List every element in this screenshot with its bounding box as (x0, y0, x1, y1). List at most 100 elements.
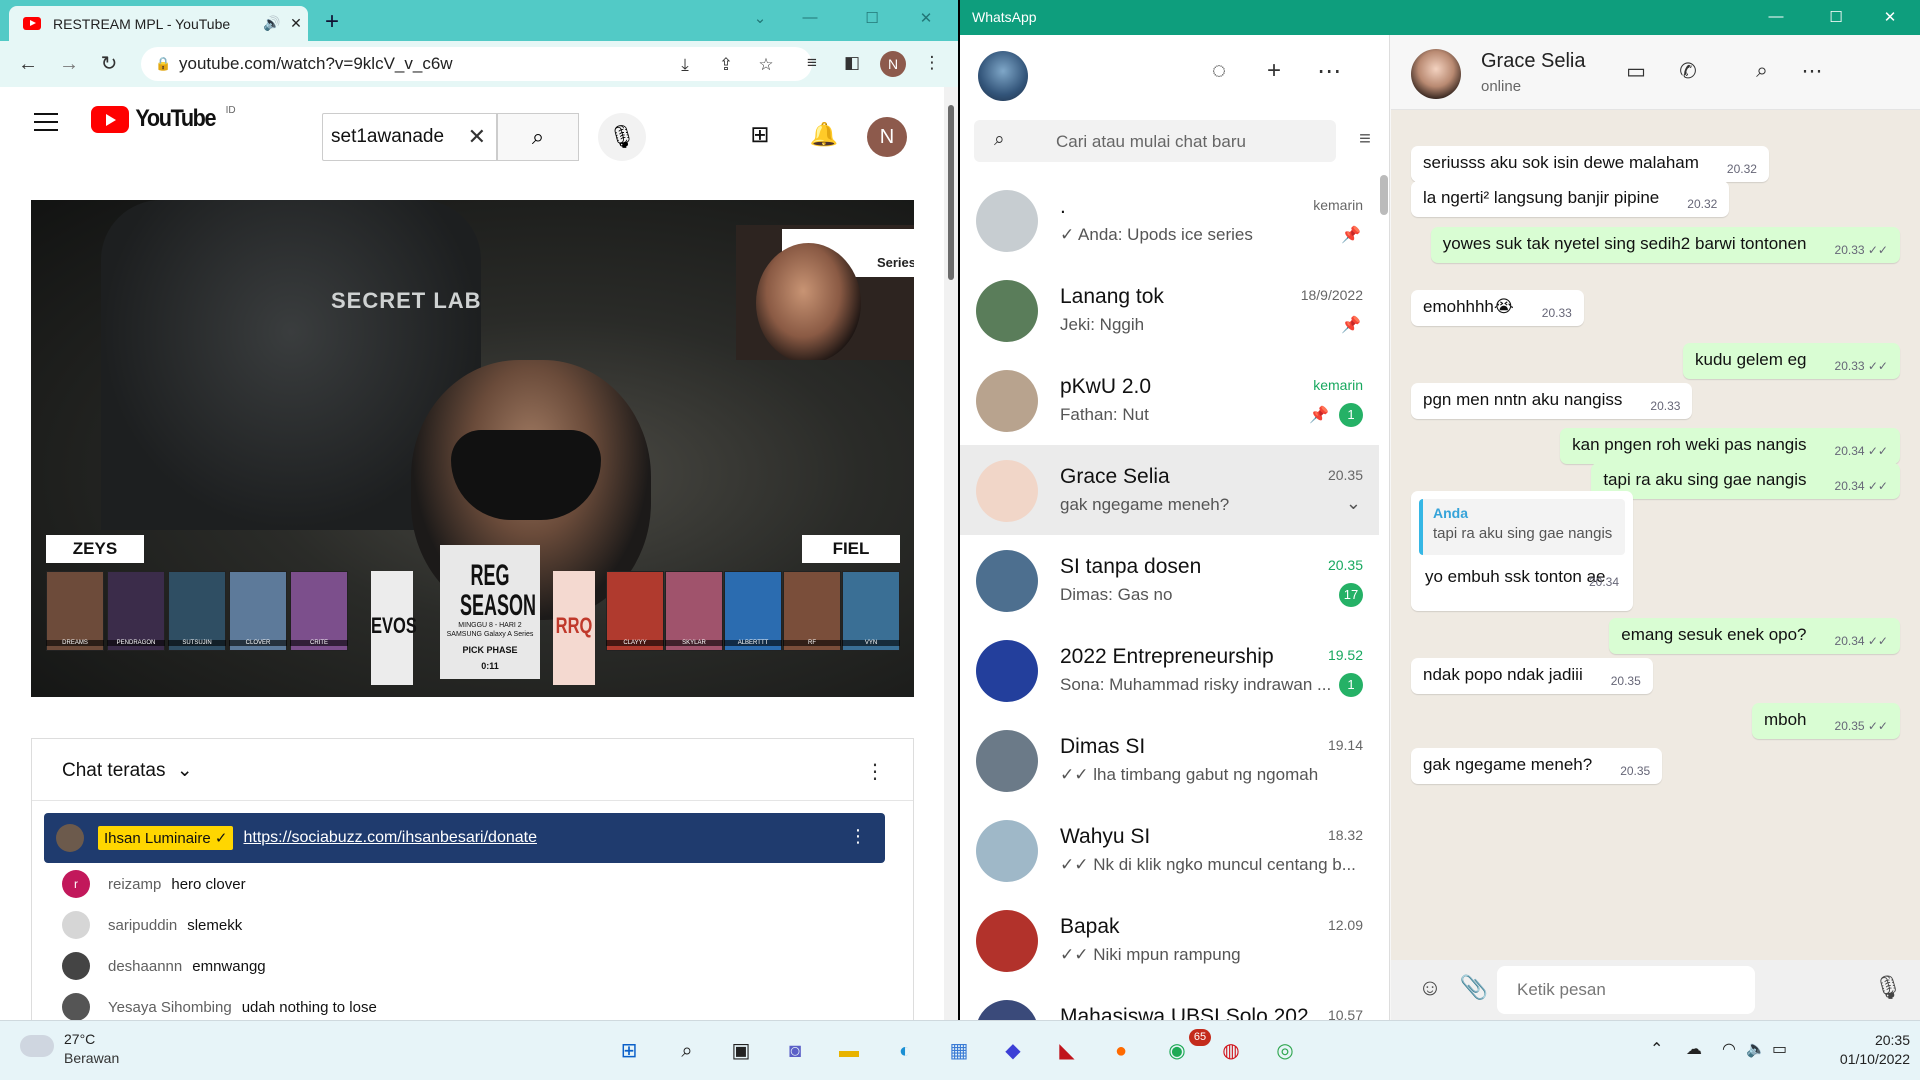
firefox-icon[interactable]: ● (1104, 1034, 1138, 1068)
status-icon[interactable]: ◌ (1202, 57, 1236, 85)
share-icon[interactable]: ⇪ (714, 55, 738, 75)
chevron-up-icon[interactable]: ⌃ (1650, 1039, 1663, 1059)
search-icon[interactable]: ⌕ (670, 1034, 704, 1068)
edge-browser-icon[interactable]: ◐ (888, 1034, 922, 1068)
conversation-header[interactable]: Grace Selia online ▭ ✆ ⌕ ⋯ (1391, 35, 1920, 110)
file-explorer-icon[interactable]: ▬ (832, 1034, 866, 1068)
system-clock[interactable]: 20:35 01/10/2022 (1800, 1031, 1910, 1069)
chat-list-item[interactable]: Bapak ✓✓ Niki mpun rampung 12.09 (960, 895, 1379, 985)
chat-list-item[interactable]: Wahyu SI ✓✓ Nk di klik ngko muncul centan… (960, 805, 1379, 895)
chrome-icon[interactable]: ◎ (1268, 1034, 1302, 1068)
maximize-icon[interactable]: ☐ (852, 9, 892, 27)
scrollbar-thumb[interactable] (948, 105, 954, 280)
voice-call-icon[interactable]: ✆ (1671, 59, 1705, 84)
minimize-icon[interactable]: — (790, 9, 830, 26)
video-player[interactable]: SECRET LAB Series ZEYS FIEL DREAMS PENDRA… (31, 200, 914, 697)
chat-options-icon[interactable]: ⋮ (865, 759, 885, 784)
chat-list-item[interactable]: pKwU 2.0 Fathan: Nut kemarin 1 📌 (960, 355, 1379, 445)
close-tab-icon[interactable]: ✕ (284, 15, 308, 32)
mcafee-icon[interactable]: ◣ (1050, 1034, 1084, 1068)
task-view-icon[interactable]: ▣ (724, 1034, 758, 1068)
page-scrollbar[interactable] (944, 87, 958, 1020)
red-app-icon[interactable]: ◍ (1214, 1034, 1248, 1068)
attach-icon[interactable]: 📎 (1457, 974, 1491, 1001)
search-button[interactable]: ⌕ (497, 113, 579, 161)
incoming-message[interactable]: la ngerti² langsung banjir pipine 20.32 (1411, 181, 1730, 217)
video-call-icon[interactable]: ▭ (1619, 59, 1653, 84)
outgoing-message[interactable]: mboh 20.35 ✓✓ (1751, 703, 1900, 739)
minimize-icon[interactable]: — (1754, 8, 1798, 25)
filter-icon[interactable]: ≡ (1352, 128, 1378, 151)
start-menu-icon[interactable]: ⊞ (612, 1034, 646, 1068)
chat-list-item[interactable]: Dimas SI ✓✓ lha timbang gabut ng ngomah 19… (960, 715, 1379, 805)
chevron-down-icon[interactable]: ⌄ (1346, 493, 1361, 514)
url-field[interactable]: 🔒 youtube.com/watch?v=9klcV_v_c6w ⤓ ⇪ ☆ (141, 47, 812, 81)
voice-search-button[interactable]: 🎙 (598, 113, 646, 161)
new-chat-icon[interactable]: + (1257, 57, 1291, 85)
bookmark-star-icon[interactable]: ☆ (754, 55, 778, 75)
chat-list-scrollbar[interactable] (1380, 175, 1388, 215)
quoted-message[interactable]: Anda tapi ra aku sing gae nangis (1419, 499, 1625, 555)
new-tab-icon[interactable]: + (325, 8, 339, 36)
back-icon[interactable]: ← (15, 52, 41, 76)
chat-message[interactable]: Yesaya Sihombing udah nothing to lose (62, 992, 882, 1022)
outgoing-message[interactable]: yowes suk tak nyetel sing sedih2 barwi t… (1430, 227, 1900, 263)
pinned-options-icon[interactable]: ⋮ (849, 826, 867, 847)
youtube-logo[interactable]: YouTube ID (91, 105, 236, 133)
volume-icon[interactable]: 🔈 (1746, 1039, 1766, 1059)
wifi-icon[interactable]: ◠ (1722, 1039, 1736, 1059)
more-options-icon[interactable]: ⋯ (1795, 59, 1829, 84)
my-profile-avatar[interactable] (978, 51, 1028, 101)
browser-tab[interactable]: RESTREAM MPL - YouTube 🔊 ✕ (9, 6, 308, 41)
forward-icon[interactable]: → (56, 52, 82, 76)
hamburger-menu-icon[interactable] (34, 113, 58, 131)
incoming-message[interactable]: ndak popo ndak jadiii 20.35 (1411, 658, 1653, 694)
outgoing-message[interactable]: tapi ra aku sing gae nangis 20.34 ✓✓ (1591, 463, 1900, 499)
pinned-message[interactable]: Ihsan Luminaire ✓ https://sociabuzz.com/… (44, 813, 885, 863)
reply-message[interactable]: Anda tapi ra aku sing gae nangis yo embuh … (1411, 491, 1633, 611)
create-video-icon[interactable]: ⊞ (744, 121, 776, 148)
chat-header[interactable]: Chat teratas ⌄ ⋮ (32, 739, 913, 801)
media-control-icon[interactable]: ≡ (800, 53, 824, 73)
incoming-message[interactable]: seriusss aku sok isin dewe malaham 20.32 (1411, 146, 1769, 182)
install-icon[interactable]: ⤓ (673, 55, 697, 75)
microphone-icon[interactable]: 🎙 (1871, 974, 1905, 1001)
chat-list-item[interactable]: . ✓ Anda: Upods ice series kemarin 📌 (960, 175, 1379, 265)
vscode-icon[interactable]: ◆ (996, 1034, 1030, 1068)
battery-icon[interactable]: ▭ (1772, 1039, 1787, 1059)
chat-message[interactable]: r reizamp hero clover (62, 869, 882, 899)
search-icon[interactable]: ⌕ (1745, 59, 1779, 83)
outgoing-message[interactable]: kudu gelem eg 20.33 ✓✓ (1682, 343, 1900, 379)
browser-menu-icon[interactable]: ⋮ (920, 53, 944, 73)
donate-link[interactable]: https://sociabuzz.com/ihsanbesari/donate (243, 829, 537, 847)
incoming-message[interactable]: emohhhh😭 20.33 (1411, 290, 1584, 326)
search-input[interactable]: set1awanade ✕ (322, 113, 497, 161)
incoming-message[interactable]: pgn men nntn aku nangiss 20.33 (1411, 383, 1693, 419)
outgoing-message[interactable]: kan pngen roh weki pas nangis 20.34 ✓✓ (1560, 428, 1900, 464)
incoming-message[interactable]: gak ngegame meneh? 20.35 (1411, 748, 1663, 784)
account-avatar[interactable]: N (867, 117, 907, 157)
maximize-icon[interactable]: ☐ (1814, 8, 1858, 26)
message-input[interactable]: Ketik pesan (1497, 966, 1755, 1014)
chat-list-item[interactable]: Grace Selia gak ngegame meneh? 20.35 ⌄ (960, 445, 1379, 535)
menu-icon[interactable]: ⋯ (1312, 57, 1346, 86)
microsoft-store-icon[interactable]: ▦ (942, 1034, 976, 1068)
clear-search-icon[interactable]: ✕ (468, 114, 486, 160)
notifications-bell-icon[interactable]: 🔔 (808, 121, 840, 148)
search-input[interactable]: ⌕ Cari atau mulai chat baru (974, 120, 1336, 162)
onedrive-icon[interactable]: ☁ (1686, 1039, 1702, 1059)
chevron-down-icon[interactable]: ⌄ (740, 9, 780, 27)
chat-list-item[interactable]: 2022 Entrepreneurship Sona: Muhammad risk… (960, 625, 1379, 715)
chat-list-item[interactable]: Lanang tok Jeki: Nggih 18/9/2022 📌 (960, 265, 1379, 355)
chat-list-item[interactable]: SI tanpa dosen Dimas: Gas no 20.35 17 (960, 535, 1379, 625)
outgoing-message[interactable]: emang sesuk enek opo? 20.34 ✓✓ (1609, 618, 1900, 654)
chat-message[interactable]: saripuddin slemekk (62, 910, 882, 940)
close-window-icon[interactable]: ✕ (906, 9, 946, 27)
speaker-icon[interactable]: 🔊 (260, 15, 284, 32)
teams-chat-icon[interactable]: ◙ (778, 1034, 812, 1068)
side-panel-icon[interactable]: ◧ (840, 53, 864, 73)
chat-message[interactable]: deshaannn emnwangg (62, 951, 882, 981)
emoji-icon[interactable]: ☺ (1413, 974, 1447, 1001)
pinned-author[interactable]: Ihsan Luminaire ✓ (98, 826, 234, 850)
contact-avatar[interactable] (1411, 49, 1461, 99)
